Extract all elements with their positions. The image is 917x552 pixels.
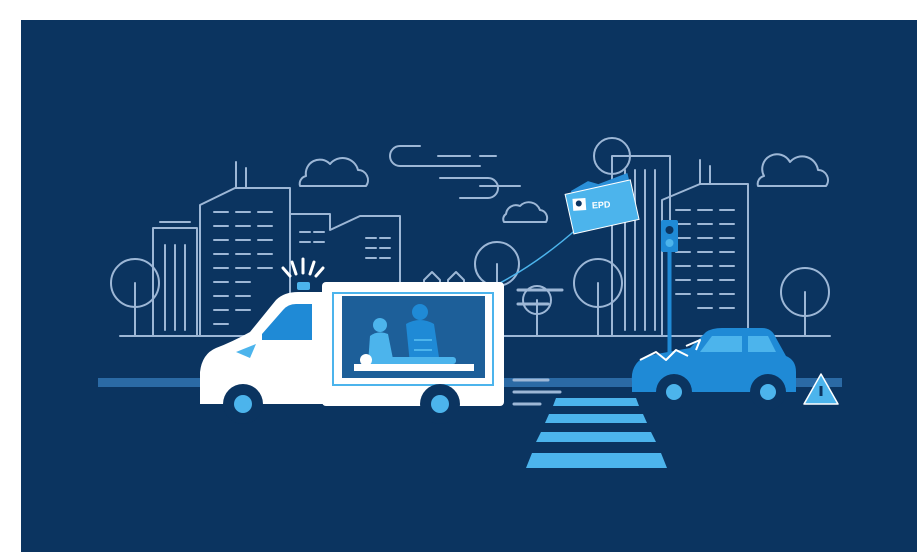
data-link-line bbox=[497, 225, 581, 285]
folder-icon: EPD bbox=[564, 172, 640, 235]
tree-icon bbox=[522, 285, 552, 337]
traffic-light-icon bbox=[661, 220, 678, 360]
tree-icon bbox=[573, 258, 623, 337]
tree-icon bbox=[780, 267, 830, 337]
cloud-icon bbox=[756, 153, 829, 187]
ambulance-icon bbox=[200, 257, 504, 424]
tree-icon bbox=[110, 258, 160, 337]
illustration-panel: EPD bbox=[21, 20, 917, 552]
car-icon bbox=[631, 328, 796, 410]
cloud-icon bbox=[502, 201, 549, 223]
folder-label: EPD bbox=[592, 199, 612, 210]
cloud-icon bbox=[298, 157, 369, 187]
crosswalk-icon bbox=[526, 398, 667, 468]
emergency-scene-illustration: EPD bbox=[98, 137, 842, 468]
